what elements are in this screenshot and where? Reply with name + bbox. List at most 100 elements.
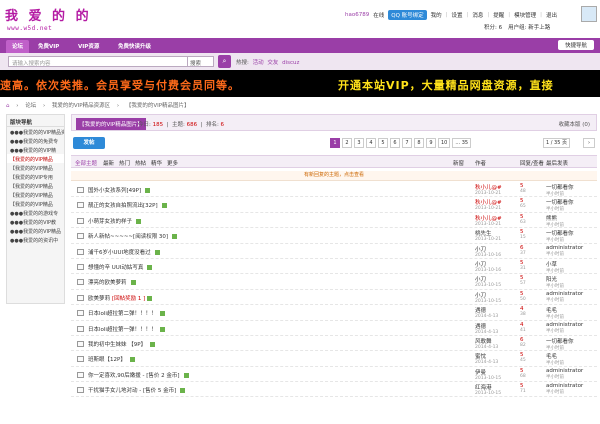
page-link-current[interactable]: 1 xyxy=(330,138,340,148)
thread-author-link[interactable]: 遇德 xyxy=(475,324,486,330)
table-row[interactable]: 漂亮的欧美萝莉 小刀 2013-10-15 5 57 阳光 半小时前 xyxy=(71,274,597,290)
page-link[interactable]: 8 xyxy=(414,138,424,148)
page-link[interactable]: 9 xyxy=(426,138,436,148)
nav-link-reminders[interactable]: 提醒 xyxy=(493,11,504,19)
nav-link-logout[interactable]: 退出 xyxy=(546,11,557,19)
sidebar-item[interactable]: 【我爱的的VIP精品 xyxy=(7,199,64,208)
sidebar-item[interactable]: 【我爱的的VIP精品 xyxy=(7,190,64,199)
sidebar-item[interactable]: ●●●我爱的的VIP精品 xyxy=(7,226,64,235)
thread-author-link[interactable]: 小刀 xyxy=(475,247,486,253)
filter-latest[interactable]: 最新 xyxy=(103,159,114,167)
page-link[interactable]: 3 xyxy=(354,138,364,148)
last-poster-link[interactable]: administrator xyxy=(546,322,583,328)
user-group[interactable]: 用户组: 新手上路 xyxy=(508,23,550,31)
tab-free-upgrade[interactable]: 免费快读升级 xyxy=(112,40,157,53)
last-poster-link[interactable]: administrator xyxy=(546,368,583,374)
breadcrumb-forum[interactable]: 论坛 xyxy=(25,103,36,109)
thread-title-link[interactable]: 干扰猫手女儿地对动 - [售价 5 金币] xyxy=(88,388,176,394)
thread-author-link[interactable]: 秋小儿@# xyxy=(475,216,502,222)
thread-title-link[interactable]: 你一定喜欢,90后嫩援 - [售价 2 金币] xyxy=(88,373,180,379)
table-row[interactable]: 国外小女孩系列[49P] 秋小儿@# 2013-10-21 5 48 一切都看你 半小时前 xyxy=(71,182,597,198)
thread-title-link[interactable]: 新人新帖~~~~~[阅读权限 30] xyxy=(88,234,168,240)
page-link[interactable]: 6 xyxy=(390,138,400,148)
next-page-button[interactable]: › xyxy=(583,138,595,148)
page-link[interactable]: 4 xyxy=(366,138,376,148)
home-icon[interactable]: ⌂ xyxy=(6,103,10,109)
breadcrumb-section[interactable]: 我爱的的VIP精品资源区 xyxy=(52,103,110,109)
table-row[interactable]: 你一定喜欢,90后嫩援 - [售价 2 金币] 伊曼 2013-10-15 5 68 ad… xyxy=(71,367,597,383)
sidebar-item[interactable]: ●●●我爱的的免费专 xyxy=(7,136,64,145)
hot-search-link[interactable]: 活动 xyxy=(253,60,264,66)
table-row[interactable]: 班斯眼【12P】 蜜忱 2014-4-13 5 45 毛毛 半小时前 xyxy=(71,351,597,367)
new-window-toggle[interactable]: 新窗 xyxy=(453,159,464,167)
breadcrumb-board[interactable]: 【我爱的的VIP精品图片】 xyxy=(126,103,190,109)
quick-nav-button[interactable]: 快捷导航 xyxy=(557,40,594,50)
nav-link-my[interactable]: 我的 xyxy=(431,11,442,19)
page-link[interactable]: 2 xyxy=(342,138,352,148)
sidebar-item-active[interactable]: 【我爱的的VIP精品 xyxy=(7,154,64,163)
table-row[interactable]: 日本loli超拉第一弹！！！！ 遇德 2014-4-13 4 41 administrat… xyxy=(71,321,597,336)
qq-bind-button[interactable]: QQ 账号绑定 xyxy=(388,10,427,20)
page-jump-input[interactable]: 1 / 35 页 xyxy=(543,138,571,148)
search-button[interactable]: ⌕ xyxy=(218,55,231,68)
tab-free-vip[interactable]: 免费VIP xyxy=(32,40,65,53)
sidebar-item[interactable]: ●●●我爱的的VIP精品资 xyxy=(7,127,64,136)
table-row[interactable]: 靓正的女孩自拍照流出[32P] 秋小儿@# 2013-10-21 5 65 一切都看你 半小… xyxy=(71,197,597,213)
thread-title-link[interactable]: 日本loli超拉第一弹！！！！ xyxy=(88,327,156,333)
page-link[interactable]: 10 xyxy=(438,138,451,148)
filter-more[interactable]: 更多 xyxy=(167,159,178,167)
forum-title[interactable]: 【我爱的的VIP精品图片】 xyxy=(76,118,146,130)
nav-link-messages[interactable]: 消息 xyxy=(472,11,483,19)
thread-title-link[interactable]: 小萌芽女孩的样子 xyxy=(88,219,132,225)
table-row[interactable]: 干扰猫手女儿地对动 - [售价 5 金币] 红海港 2013-10-15 5 71 adm… xyxy=(71,382,597,398)
filter-hot[interactable]: 热门 xyxy=(119,159,130,167)
new-post-button[interactable]: 发帖 xyxy=(73,137,105,149)
thread-title-link[interactable]: 我的初中生妹妹 【9P】 xyxy=(88,342,146,348)
username-link[interactable]: hao6789 xyxy=(345,12,369,18)
table-row[interactable]: 欧美萝莉 [回帖奖励 1 ] 小刀 2013-10-15 5 50 administrato… xyxy=(71,290,597,306)
table-row[interactable]: 我的初中生妹妹 【9P】 风歌舞 2014-4-13 6 82 一切都看你 半小时前 xyxy=(71,336,597,352)
thread-title-link[interactable]: 班斯眼【12P】 xyxy=(88,357,126,363)
search-input[interactable]: 请输入搜索内容 xyxy=(8,56,188,67)
nav-link-settings[interactable]: 设置 xyxy=(452,11,463,19)
thread-title-link[interactable]: 欧美萝莉 xyxy=(88,296,110,302)
page-link[interactable]: 5 xyxy=(378,138,388,148)
table-row[interactable]: 想懂的辛 UUI动姑写真 小刀 2013-10-16 5 31 小草 半小时前 xyxy=(71,259,597,275)
thread-author-link[interactable]: 伊曼 xyxy=(475,370,486,376)
sidebar-item[interactable]: 【我爱的的VIP精品 xyxy=(7,163,64,172)
last-poster-link[interactable]: 熊熊 xyxy=(546,216,557,222)
thread-title-link[interactable]: 想懂的辛 UUI动姑写真 xyxy=(88,265,143,271)
last-poster-link[interactable]: administrator xyxy=(546,291,583,297)
sidebar-item[interactable]: 【我爱的的VIP专用 xyxy=(7,172,64,181)
last-poster-link[interactable]: administrator xyxy=(546,245,583,251)
sidebar-item[interactable]: ●●●我爱的的VIP精 xyxy=(7,145,64,154)
search-scope-select[interactable]: 搜索 xyxy=(188,56,214,67)
filter-hot-posts[interactable]: 热帖 xyxy=(135,159,146,167)
table-row[interactable]: 日本loli超拉第二弹！！！！ 遇德 2014-4-13 4 38 毛毛 半小时前 xyxy=(71,305,597,321)
site-logo[interactable]: 我 爱 的 的 xyxy=(5,5,92,24)
promo-banner[interactable]: 速高。依次类推。会员享受与付费会员同等。 开通本站VIP，大量精品网盘资源，直接 xyxy=(0,70,600,97)
thread-title-link[interactable]: 靓正的女孩自拍照流出[32P] xyxy=(88,203,158,209)
sidebar-item[interactable]: ●●●我爱的的资讯中 xyxy=(7,235,64,244)
thread-title-link[interactable]: 浦千6岁小UUI地度没看过 xyxy=(88,250,151,256)
page-link[interactable]: 7 xyxy=(402,138,412,148)
thread-title-link[interactable]: 日本loli超拉第二弹！！！！ xyxy=(88,311,156,317)
thread-title-link[interactable]: 国外小女孩系列[49P] xyxy=(88,188,141,194)
filter-digest[interactable]: 精华 xyxy=(151,159,162,167)
thread-title-link[interactable]: 漂亮的欧美萝莉 xyxy=(88,280,127,286)
sidebar-item[interactable]: 【我爱的的VIP精品 xyxy=(7,181,64,190)
page-link-last[interactable]: ... 35 xyxy=(452,138,472,148)
table-row[interactable]: 小萌芽女孩的样子 秋小儿@# 2013-10-21 5 63 熊熊 半小时前 xyxy=(71,213,597,229)
avatar[interactable] xyxy=(581,6,597,22)
new-reply-notice[interactable]: 有新回复的主题，点击查看 xyxy=(71,171,597,181)
hot-search-link[interactable]: discuz xyxy=(282,60,299,66)
favorite-board-link[interactable]: 收藏本版 (0) xyxy=(558,120,590,128)
filter-all[interactable]: 全部主题 xyxy=(75,159,97,167)
table-row[interactable]: 新人新帖~~~~~[阅读权限 30] 桃先生 2013-10-21 5 15 一切都看你半… xyxy=(71,228,597,244)
table-row[interactable]: 浦千6岁小UUI地度没看过 小刀 2013-10-16 6 37 administrato… xyxy=(71,244,597,259)
hot-search-link[interactable]: 交友 xyxy=(267,60,278,66)
sidebar-item[interactable]: ●●●我爱的的VIP教 xyxy=(7,217,64,226)
nav-link-module-admin[interactable]: 模块管理 xyxy=(514,11,536,19)
user-credits[interactable]: 积分: 6 xyxy=(484,23,502,31)
thread-author-link[interactable]: 小刀 xyxy=(475,293,486,299)
